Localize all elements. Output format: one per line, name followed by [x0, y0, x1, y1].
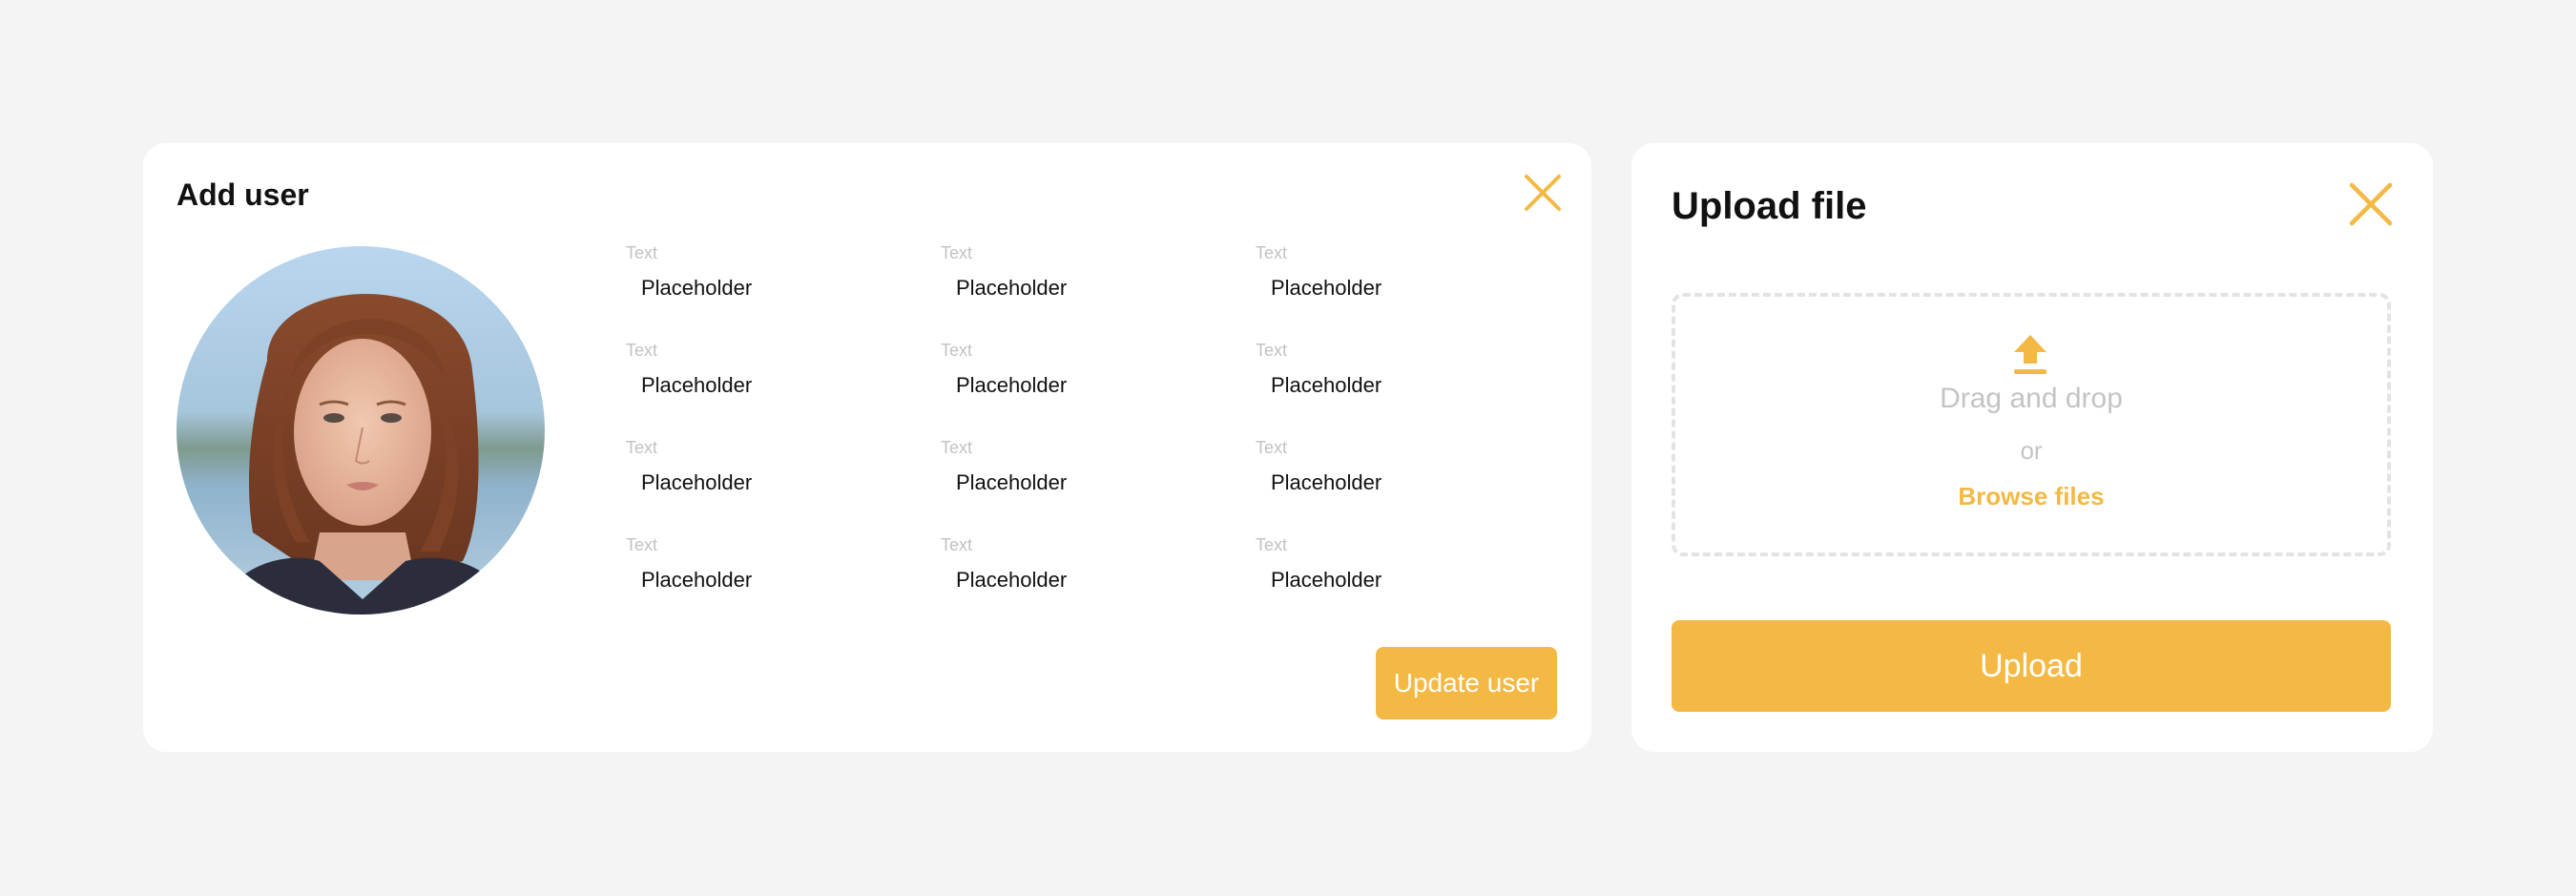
text-input[interactable]: [1265, 275, 1544, 302]
form-field: Text: [941, 534, 1256, 632]
field-label: Text: [626, 243, 658, 262]
form-field: Text: [1256, 340, 1570, 437]
form-field: Text: [1256, 437, 1570, 534]
field-label: Text: [1256, 438, 1288, 457]
upload-file-title: Upload file: [1672, 185, 1867, 227]
upload-close-button[interactable]: [2349, 182, 2393, 226]
text-input[interactable]: [635, 567, 914, 594]
dropzone-primary-text: Drag and drop: [1940, 383, 2123, 414]
form-field: Text: [941, 437, 1256, 534]
add-user-card: Add user Text Placeholder Text Placehold…: [143, 143, 1591, 752]
text-input[interactable]: [635, 372, 914, 399]
field-label: Text: [626, 341, 658, 360]
user-fields-grid: Text Text Text Text Text Text Text Text: [626, 242, 1570, 632]
dropzone[interactable]: Drag and drop or Browse files: [1672, 293, 2391, 556]
upload-icon: [2010, 333, 2050, 375]
avatar-image: [177, 246, 545, 615]
add-user-close-button[interactable]: [1524, 174, 1562, 212]
form-field: Text: [626, 437, 941, 534]
text-input[interactable]: [635, 275, 914, 302]
field-label: Text: [941, 438, 973, 457]
text-input[interactable]: [950, 567, 1229, 594]
update-user-button[interactable]: Update user: [1376, 647, 1557, 719]
field-label: Text: [941, 341, 973, 360]
add-user-title: Add user: [177, 177, 309, 212]
close-icon: [2349, 182, 2393, 226]
text-input[interactable]: [1265, 469, 1544, 496]
field-label: Text: [626, 438, 658, 457]
upload-file-card: Upload file Drag and drop or Browse file…: [1631, 143, 2433, 752]
text-input[interactable]: [1265, 567, 1544, 594]
text-input[interactable]: [950, 469, 1229, 496]
upload-button[interactable]: Upload: [1672, 620, 2391, 712]
browse-files-link[interactable]: Browse files: [1675, 482, 2387, 511]
form-field: Text: [626, 340, 941, 437]
close-icon: [1525, 175, 1561, 211]
field-label: Text: [626, 535, 658, 554]
text-input[interactable]: [1265, 372, 1544, 399]
text-input[interactable]: [950, 372, 1229, 399]
form-field: Text: [941, 340, 1256, 437]
form-field: Text: [626, 242, 941, 340]
field-label: Text: [941, 243, 973, 262]
field-label: Text: [1256, 243, 1288, 262]
form-field: Text: [1256, 534, 1570, 632]
text-input[interactable]: [950, 275, 1229, 302]
field-label: Text: [1256, 341, 1288, 360]
field-label: Text: [941, 535, 973, 554]
form-field: Text: [626, 534, 941, 632]
dropzone-separator-text: or: [2020, 436, 2043, 465]
form-field: Text: [941, 242, 1256, 340]
field-label: Text: [1256, 535, 1288, 554]
text-input[interactable]: [635, 469, 914, 496]
avatar: [177, 246, 545, 615]
form-field: Text: [1256, 242, 1570, 340]
